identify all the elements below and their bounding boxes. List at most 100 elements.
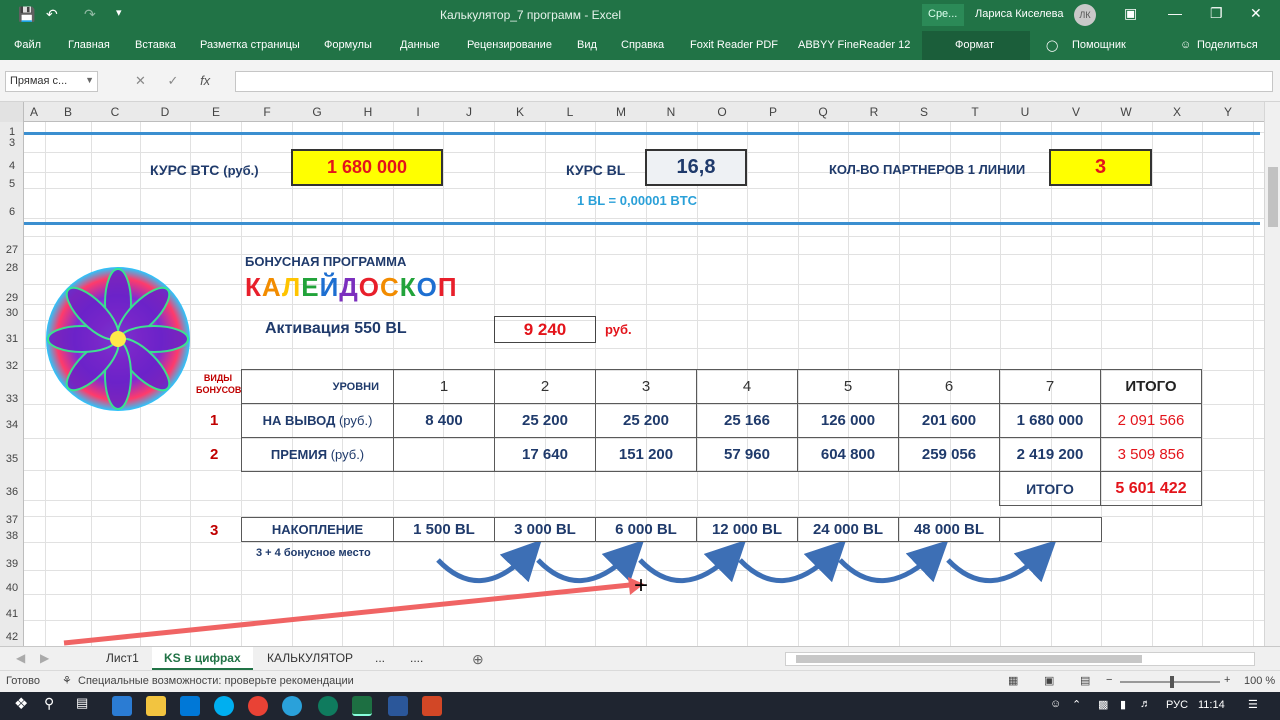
row-header[interactable]: 3 xyxy=(0,137,24,149)
accumulation-cell[interactable]: 12 000 BL xyxy=(697,518,798,541)
formula-input[interactable] xyxy=(235,71,1273,92)
column-header[interactable]: M xyxy=(609,105,633,119)
table-cell[interactable] xyxy=(393,437,495,472)
add-sheet-icon[interactable]: ⊕ xyxy=(460,647,496,670)
column-header[interactable]: D xyxy=(153,105,177,119)
word-icon[interactable] xyxy=(388,696,408,716)
row-header[interactable]: 32 xyxy=(0,360,24,372)
network-icon[interactable]: ▩ xyxy=(1098,698,1108,711)
row-header[interactable]: 6 xyxy=(0,206,24,218)
accessibility-status[interactable]: Специальные возможности: проверьте реком… xyxy=(78,675,354,687)
activation-value[interactable]: 9 240 xyxy=(494,316,596,343)
windows-icon[interactable] xyxy=(112,696,132,716)
tab-help[interactable]: Справка xyxy=(621,39,664,51)
undo-icon[interactable]: ↶ xyxy=(46,6,58,23)
accumulation-cell[interactable]: 3 000 BL xyxy=(495,518,596,541)
btc-rate-value[interactable]: 1 680 000 xyxy=(291,149,443,186)
column-header[interactable]: S xyxy=(912,105,936,119)
page-layout-view-icon[interactable]: ▣ xyxy=(1044,674,1054,687)
row-header[interactable]: 30 xyxy=(0,307,24,319)
column-header[interactable]: Q xyxy=(811,105,835,119)
column-header[interactable]: W xyxy=(1114,105,1138,119)
table-cell[interactable]: 25 200 xyxy=(595,403,697,438)
scrollbar-thumb[interactable] xyxy=(1268,167,1278,227)
people-icon[interactable]: ☺ xyxy=(1050,698,1061,710)
zoom-level[interactable]: 100 % xyxy=(1244,675,1275,687)
column-header[interactable]: V xyxy=(1064,105,1088,119)
zoom-in-icon[interactable]: + xyxy=(1224,674,1230,686)
row-header[interactable]: 31 xyxy=(0,333,24,345)
sheet-tab[interactable]: .... xyxy=(398,647,435,670)
search-icon[interactable]: ⚲ xyxy=(44,695,64,715)
row-total[interactable]: 3 509 856 xyxy=(1100,437,1202,472)
row-header[interactable]: 29 xyxy=(0,292,24,304)
battery-icon[interactable]: ▮ xyxy=(1120,698,1126,711)
row-header[interactable]: 34 xyxy=(0,419,24,431)
tab-home[interactable]: Главная xyxy=(68,39,110,51)
column-header[interactable]: X xyxy=(1165,105,1189,119)
table-cell[interactable]: 259 056 xyxy=(898,437,1000,472)
tab-formulas[interactable]: Формулы xyxy=(324,39,372,51)
row-header[interactable]: 5 xyxy=(0,178,24,190)
table-cell[interactable]: 151 200 xyxy=(595,437,697,472)
normal-view-icon[interactable]: ▦ xyxy=(1008,674,1018,687)
notifications-icon[interactable]: ☰ xyxy=(1248,698,1258,711)
column-header[interactable]: N xyxy=(659,105,683,119)
powerpoint-icon[interactable] xyxy=(422,696,442,716)
row-header[interactable]: 4 xyxy=(0,160,24,172)
table-cell[interactable]: 25 200 xyxy=(494,403,596,438)
accumulation-cell[interactable]: 6 000 BL xyxy=(596,518,697,541)
language-indicator[interactable]: РУС xyxy=(1166,699,1188,711)
select-all-corner[interactable] xyxy=(0,102,24,122)
telegram-icon[interactable] xyxy=(282,696,302,716)
tab-insert[interactable]: Вставка xyxy=(135,39,176,51)
volume-icon[interactable]: ♬ xyxy=(1140,698,1151,710)
table-cell[interactable]: 604 800 xyxy=(797,437,899,472)
column-header[interactable]: O xyxy=(710,105,734,119)
row-header[interactable]: 35 xyxy=(0,453,24,465)
vertical-scrollbar[interactable] xyxy=(1264,102,1280,646)
accumulation-cell[interactable]: 1 500 BL xyxy=(394,518,495,541)
sheet-tab[interactable]: Лист1 xyxy=(94,647,151,670)
partners-value[interactable]: 3 xyxy=(1049,149,1152,186)
table-cell[interactable]: 17 640 xyxy=(494,437,596,472)
zoom-slider-handle[interactable] xyxy=(1170,676,1174,688)
ribbon-display-icon[interactable]: ▣ xyxy=(1124,5,1137,22)
column-header[interactable]: A xyxy=(22,105,46,119)
column-header[interactable]: E xyxy=(204,105,228,119)
chrome-icon[interactable] xyxy=(248,696,268,716)
column-header[interactable]: I xyxy=(406,105,430,119)
column-header[interactable]: T xyxy=(963,105,987,119)
sheet-tab-active[interactable]: KS в цифрах xyxy=(152,647,253,670)
excel-icon[interactable] xyxy=(352,696,372,716)
tab-view[interactable]: Вид xyxy=(577,39,597,51)
row-total[interactable]: 2 091 566 xyxy=(1100,403,1202,438)
horizontal-scrollbar-thumb[interactable] xyxy=(796,655,1142,663)
row-header[interactable]: 37 xyxy=(0,514,24,526)
task-view-icon[interactable]: ▤ xyxy=(76,695,96,715)
column-header[interactable]: F xyxy=(255,105,279,119)
column-header[interactable]: B xyxy=(56,105,80,119)
row-header[interactable]: 27 xyxy=(0,244,24,256)
tab-review[interactable]: Рецензирование xyxy=(467,39,552,51)
enter-icon[interactable]: ✓ xyxy=(168,73,179,88)
table-cell[interactable]: 201 600 xyxy=(898,403,1000,438)
insert-function-icon[interactable]: fx xyxy=(200,73,210,88)
table-cell[interactable]: 57 960 xyxy=(696,437,798,472)
column-header[interactable]: P xyxy=(761,105,785,119)
worksheet[interactable]: 1 3 4 5 6 27 28 29 30 31 32 33 34 35 36 37 38 39 40 41 42 КУ… xyxy=(0,122,1264,646)
windows-start-icon[interactable]: ❖ xyxy=(14,694,34,714)
accumulation-cell[interactable]: 48 000 BL xyxy=(899,518,1000,541)
row-header[interactable]: 33 xyxy=(0,393,24,405)
edge-icon[interactable] xyxy=(318,696,338,716)
save-icon[interactable]: 💾 xyxy=(18,6,35,23)
column-header[interactable]: G xyxy=(305,105,329,119)
row-header[interactable]: 41 xyxy=(0,608,24,620)
page-break-view-icon[interactable]: ▤ xyxy=(1080,674,1090,687)
tab-file[interactable]: Файл xyxy=(14,39,41,51)
name-box[interactable]: Прямая с... ▼ xyxy=(5,71,98,92)
next-sheet-icon[interactable]: ▶ xyxy=(28,647,61,670)
clock[interactable]: 11:14 xyxy=(1198,699,1225,711)
grand-total-value[interactable]: 5 601 422 xyxy=(1100,471,1202,506)
row-header[interactable]: 36 xyxy=(0,486,24,498)
